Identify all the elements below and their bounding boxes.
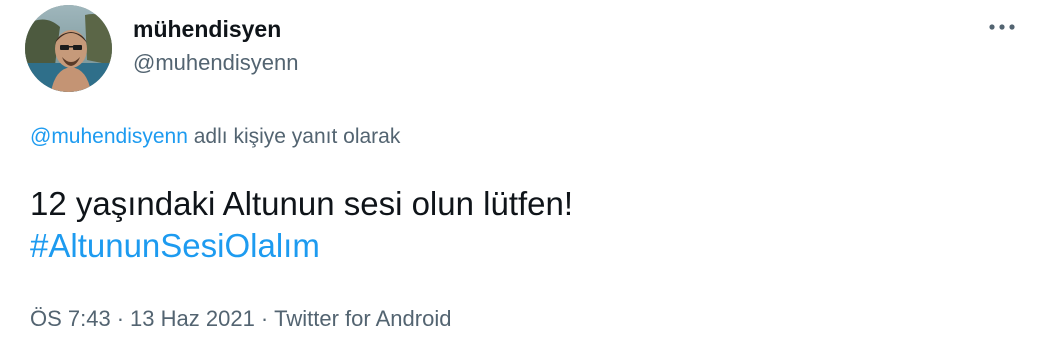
avatar[interactable] — [25, 5, 112, 92]
display-name[interactable]: mühendisyen — [133, 14, 298, 44]
meta-separator: · — [260, 306, 269, 331]
tweet-time[interactable]: ÖS 7:43 — [30, 306, 111, 331]
tweet-date[interactable]: 13 Haz 2021 — [130, 306, 255, 331]
meta-separator: · — [116, 306, 125, 331]
user-handle[interactable]: @muhendisyenn — [133, 48, 298, 78]
tweet-meta: ÖS 7:43 · 13 Haz 2021 · Twitter for Android — [30, 304, 451, 334]
avatar-photo — [25, 5, 112, 92]
reply-mention-link[interactable]: @muhendisyenn — [30, 125, 188, 148]
tweet: mühendisyen @muhendisyenn @muhendisyenn … — [0, 0, 1037, 350]
more-horizontal-icon — [989, 24, 1015, 30]
hashtag-link[interactable]: #AltununSesiOlalım — [30, 225, 573, 267]
tweet-text: 12 yaşındaki Altunun sesi olun lütfen! #… — [30, 183, 573, 267]
more-options-button[interactable] — [982, 14, 1022, 40]
reply-context: @muhendisyenn adlı kişiye yanıt olarak — [30, 123, 400, 151]
author-block: mühendisyen @muhendisyenn — [133, 14, 298, 78]
tweet-source[interactable]: Twitter for Android — [274, 306, 451, 331]
reply-context-text: adlı kişiye yanıt olarak — [187, 125, 401, 148]
tweet-body: 12 yaşındaki Altunun sesi olun lütfen! — [30, 185, 574, 222]
